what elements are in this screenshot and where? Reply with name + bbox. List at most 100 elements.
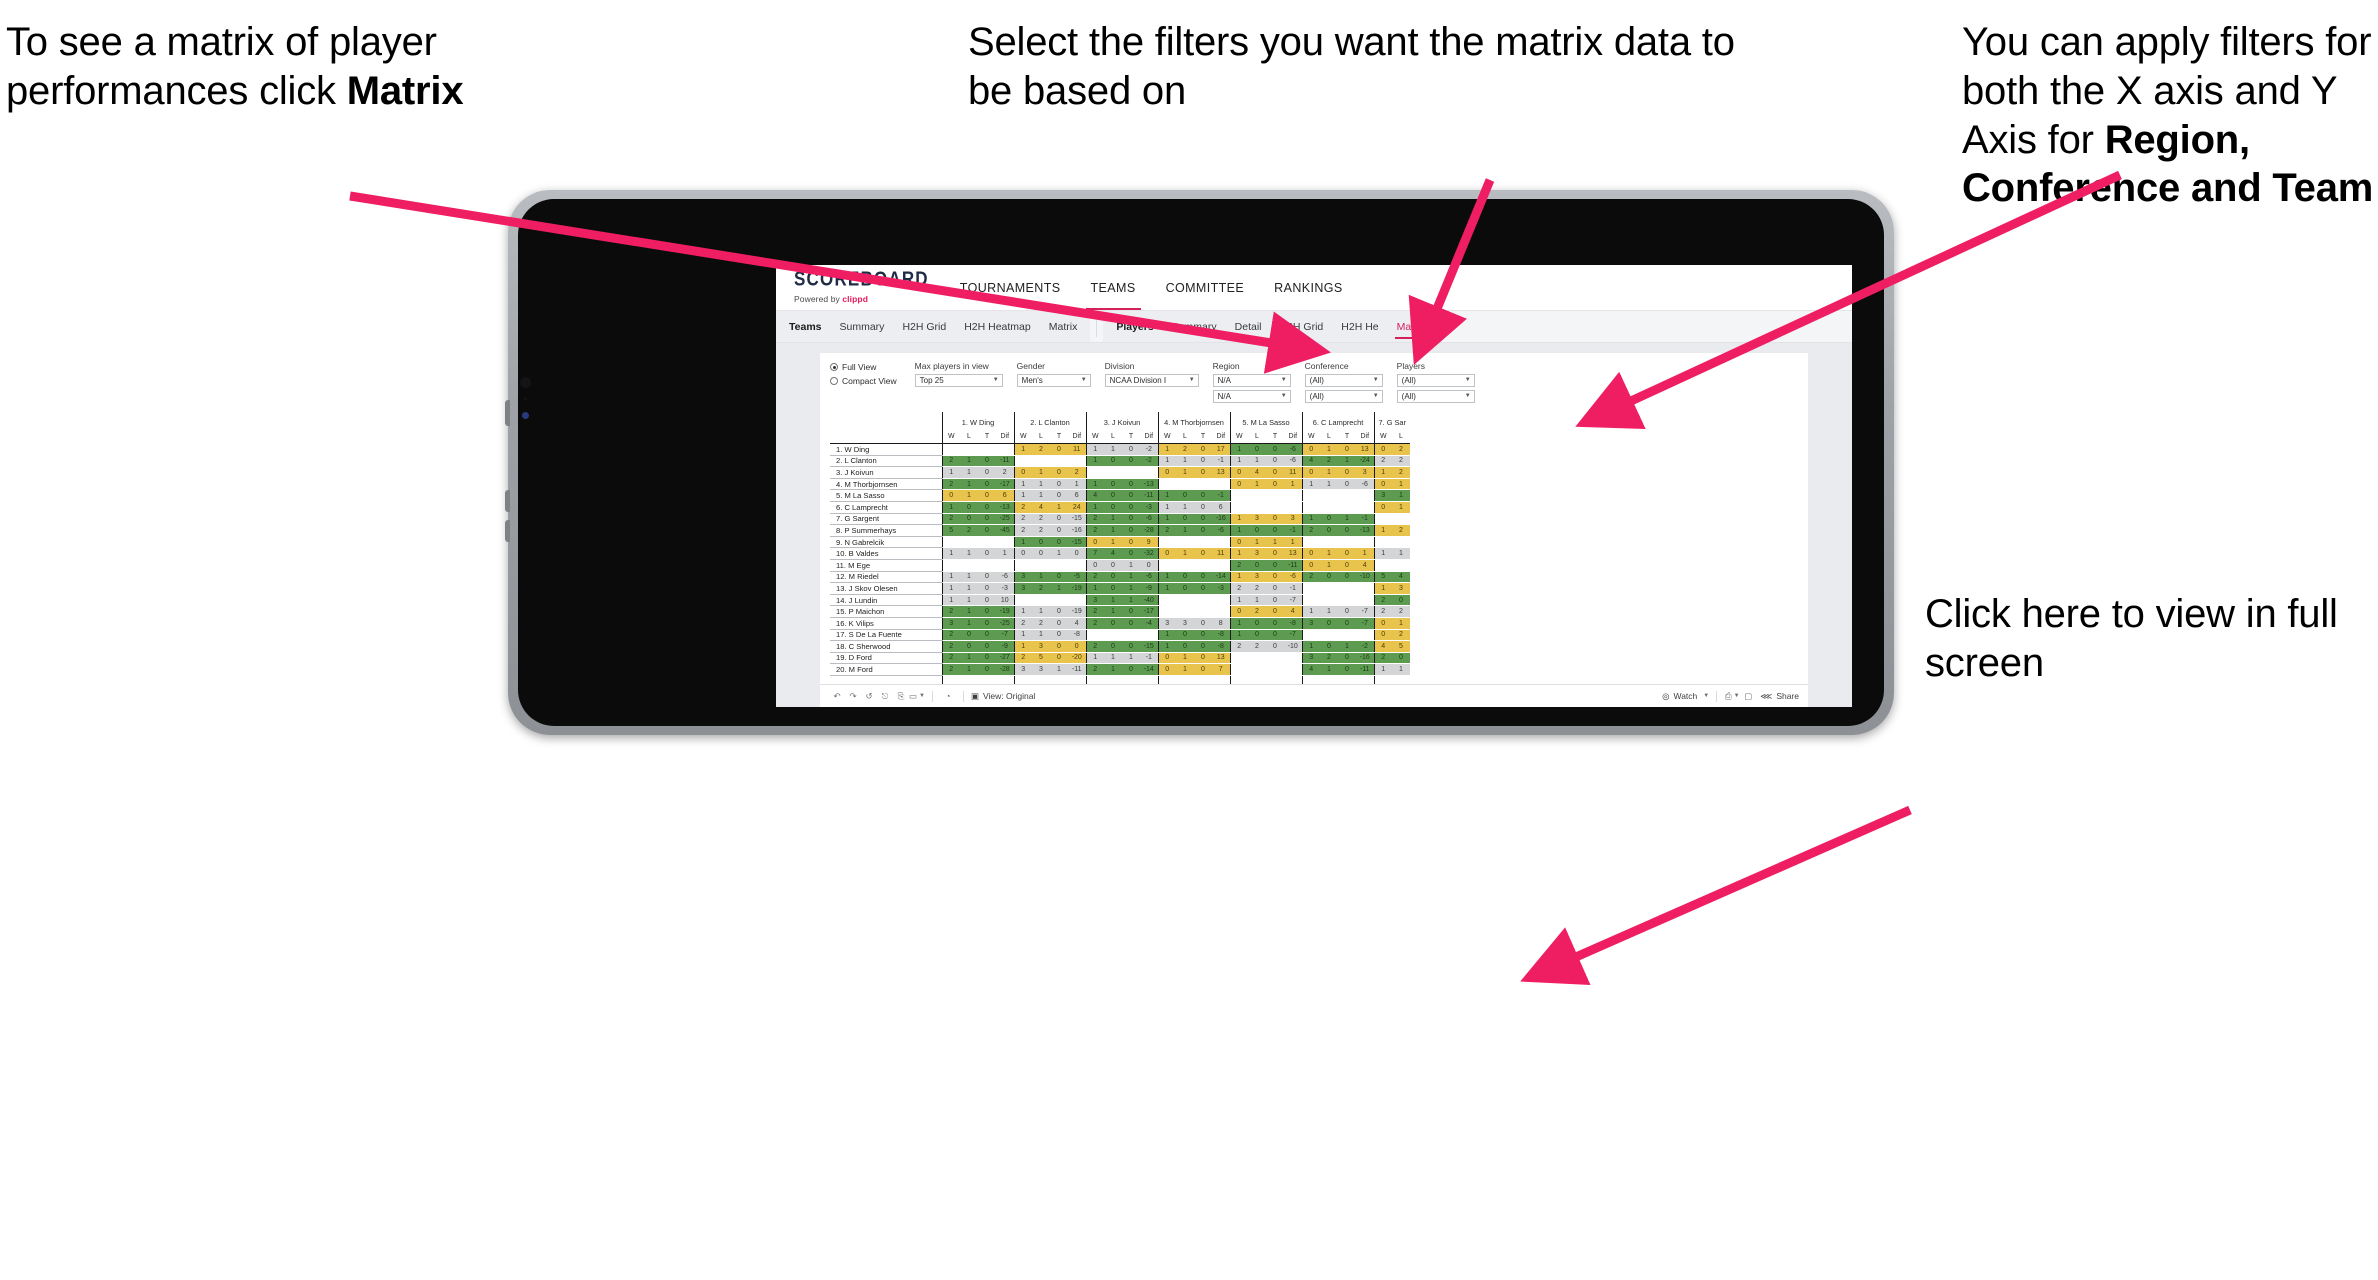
sub-nav-players-h2h-heatmap[interactable]: H2H He: [1332, 311, 1387, 342]
matrix-cell[interactable]: 0: [978, 466, 996, 479]
matrix-cell[interactable]: 1: [1392, 478, 1410, 491]
matrix-cell[interactable]: 0: [1104, 501, 1122, 514]
matrix-cell[interactable]: 0: [978, 640, 996, 653]
matrix-cell[interactable]: 2: [1320, 455, 1338, 468]
matrix-cell[interactable]: 0: [941, 489, 960, 502]
matrix-cell[interactable]: -25: [996, 617, 1014, 630]
matrix-cell[interactable]: 0: [1050, 536, 1068, 549]
matrix-cell[interactable]: 1: [960, 571, 978, 584]
matrix-row-label[interactable]: 9. N Gabrelcik: [830, 536, 942, 549]
matrix-cell[interactable]: -19: [1068, 582, 1086, 595]
matrix-cell[interactable]: -7: [1284, 594, 1302, 607]
matrix-cell[interactable]: 2: [1301, 571, 1320, 584]
matrix-cell[interactable]: 1: [1050, 663, 1068, 676]
matrix-cell[interactable]: -15: [1068, 536, 1086, 549]
filter-max-players-select[interactable]: Top 25 ▼: [914, 373, 1003, 387]
revert-icon[interactable]: ↺: [861, 685, 877, 707]
matrix-cell[interactable]: -3: [1140, 501, 1158, 514]
matrix-cell[interactable]: 0: [1122, 478, 1140, 491]
matrix-cell[interactable]: -20: [1068, 652, 1086, 665]
matrix-cell[interactable]: -1: [1356, 513, 1374, 526]
sub-nav-teams-h2h-heatmap[interactable]: H2H Heatmap: [955, 311, 1040, 342]
matrix-cell[interactable]: 2: [1248, 605, 1266, 618]
matrix-cell[interactable]: -10: [1284, 640, 1302, 653]
matrix-cell[interactable]: 3: [1301, 617, 1320, 630]
matrix-cell[interactable]: 0: [978, 571, 996, 584]
matrix-cell[interactable]: 0: [1338, 663, 1356, 676]
matrix-column-header[interactable]: 1. W Ding: [941, 411, 1014, 430]
matrix-row-label[interactable]: 20. M Ford: [830, 663, 942, 676]
matrix-cell[interactable]: 0: [978, 617, 996, 630]
matrix-cell[interactable]: 0: [1104, 455, 1122, 468]
sub-nav-teams-matrix[interactable]: Matrix: [1040, 311, 1087, 342]
matrix-cell[interactable]: 0: [1122, 605, 1140, 618]
sub-nav-teams-summary[interactable]: Summary: [831, 311, 894, 342]
matrix-cell[interactable]: 1: [1392, 663, 1410, 676]
matrix-cell[interactable]: 0: [1050, 443, 1068, 456]
matrix-cell[interactable]: -8: [1212, 640, 1230, 653]
matrix-cell[interactable]: 0: [1194, 629, 1212, 642]
matrix-cell[interactable]: 1: [1320, 663, 1338, 676]
matrix-cell[interactable]: 1: [1229, 617, 1248, 630]
matrix-cell[interactable]: 0: [1266, 559, 1284, 572]
matrix-cell[interactable]: 5: [1392, 640, 1410, 653]
matrix-cell[interactable]: 0: [1392, 594, 1410, 607]
matrix-cell[interactable]: 0: [1229, 478, 1248, 491]
matrix-cell[interactable]: 2: [1032, 524, 1050, 537]
matrix-cell[interactable]: 2: [1013, 524, 1032, 537]
filter-players-y-select[interactable]: (All) ▼: [1396, 389, 1475, 403]
matrix-cell[interactable]: 1: [1320, 547, 1338, 560]
matrix-cell[interactable]: 0: [1176, 513, 1194, 526]
matrix-cell[interactable]: 0: [1373, 501, 1392, 514]
matrix-cell[interactable]: 3: [1392, 582, 1410, 595]
matrix-cell[interactable]: 2: [1248, 640, 1266, 653]
matrix-cell[interactable]: 0: [1122, 536, 1140, 549]
matrix-cell[interactable]: 4: [1104, 547, 1122, 560]
matrix-cell[interactable]: 2: [1068, 466, 1086, 479]
matrix-row-label[interactable]: 2. L Clanton: [830, 455, 942, 468]
matrix-row-label[interactable]: 11. M Ege: [830, 559, 942, 572]
matrix-row-label[interactable]: 13. J Skov Olesen: [830, 582, 942, 595]
matrix-cell[interactable]: 0: [1266, 478, 1284, 491]
matrix-cell[interactable]: -19: [996, 605, 1014, 618]
matrix-cell[interactable]: -4: [1140, 617, 1158, 630]
matrix-cell[interactable]: 0: [1176, 640, 1194, 653]
matrix-cell[interactable]: 4: [1068, 617, 1086, 630]
matrix-cell[interactable]: 1: [1013, 489, 1032, 502]
matrix-cell[interactable]: 2: [1301, 524, 1320, 537]
matrix-cell[interactable]: 3: [1301, 652, 1320, 665]
matrix-cell[interactable]: 1: [960, 478, 978, 491]
matrix-cell[interactable]: 1: [1301, 513, 1320, 526]
matrix-cell[interactable]: 1: [1013, 605, 1032, 618]
matrix-cell[interactable]: 2: [1032, 513, 1050, 526]
matrix-cell[interactable]: 0: [978, 513, 996, 526]
matrix-cell[interactable]: 0: [1122, 663, 1140, 676]
top-nav-committee[interactable]: COMMITTEE: [1151, 265, 1260, 310]
matrix-cell[interactable]: 1: [1050, 547, 1068, 560]
matrix-row-label[interactable]: 19. D Ford: [830, 652, 942, 665]
matrix-cell[interactable]: 0: [1176, 489, 1194, 502]
radio-compact-view[interactable]: Compact View: [830, 376, 897, 386]
matrix-cell[interactable]: 0: [1032, 536, 1050, 549]
matrix-cell[interactable]: -7: [1284, 629, 1302, 642]
matrix-cell[interactable]: 10: [996, 594, 1014, 607]
matrix-cell[interactable]: 3: [1013, 582, 1032, 595]
matrix-cell[interactable]: 11: [1284, 466, 1302, 479]
matrix-cell[interactable]: -7: [1356, 617, 1374, 630]
matrix-cell[interactable]: 1: [1032, 571, 1050, 584]
matrix-cell[interactable]: 1: [1176, 663, 1194, 676]
matrix-cell[interactable]: 2: [941, 640, 960, 653]
matrix-cell[interactable]: 1: [941, 594, 960, 607]
matrix-cell[interactable]: 3: [941, 617, 960, 630]
matrix-cell[interactable]: 0: [1320, 513, 1338, 526]
matrix-cell[interactable]: 0: [1050, 466, 1068, 479]
matrix-cell[interactable]: 0: [1122, 513, 1140, 526]
matrix-cell[interactable]: 1: [1085, 652, 1104, 665]
matrix-cell[interactable]: 1: [1338, 513, 1356, 526]
matrix-cell[interactable]: 1: [1248, 536, 1266, 549]
matrix-cell[interactable]: 0: [978, 582, 996, 595]
matrix-cell[interactable]: 0: [1032, 547, 1050, 560]
matrix-cell[interactable]: -11: [1284, 559, 1302, 572]
sub-nav-players-summary[interactable]: Summary: [1163, 311, 1226, 342]
matrix-cell[interactable]: 1: [1013, 443, 1032, 456]
